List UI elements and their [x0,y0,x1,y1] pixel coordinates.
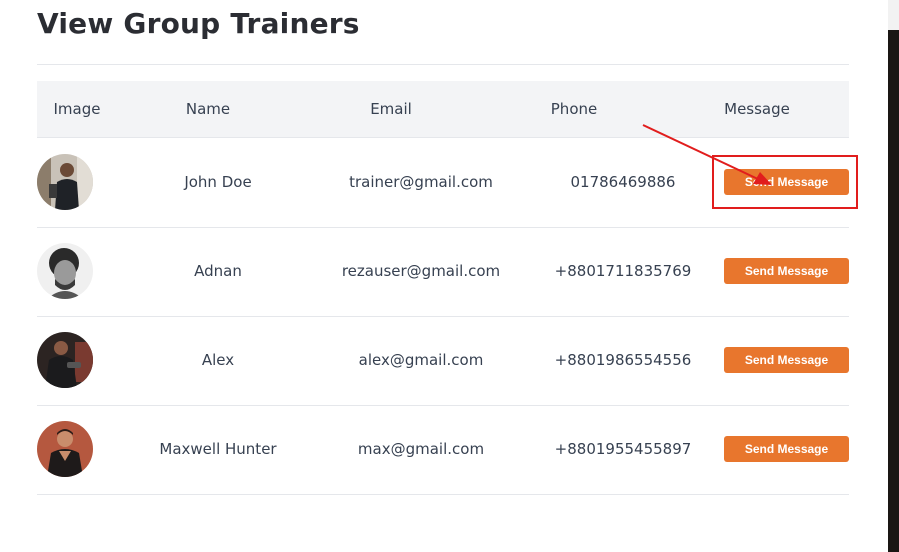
table-row: Maxwell Hunter max@gmail.com +8801955455… [37,405,849,495]
table-row: Adnan rezauser@gmail.com +8801711835769 … [37,227,849,317]
trainer-avatar [37,332,93,388]
trainer-phone: +8801955455897 [554,440,692,458]
table-header: Image Name Email Phone Message [37,81,849,138]
annotation-highlight-box [712,155,858,209]
page-title: View Group Trainers [37,7,360,40]
send-message-button[interactable]: Send Message [724,347,849,373]
table-row: Alex alex@gmail.com +8801986554556 Send … [37,316,849,406]
trainer-name: Alex [201,351,235,369]
header-message: Message [724,100,790,118]
trainer-email: rezauser@gmail.com [341,262,501,280]
header-phone: Phone [550,100,598,118]
header-name: Name [185,100,231,118]
trainer-phone: +8801711835769 [554,262,692,280]
trainer-avatar [37,243,93,299]
send-message-button[interactable]: Send Message [724,258,849,284]
trainer-name: Maxwell Hunter [159,440,277,458]
header-image: Image [53,100,101,118]
trainer-name: John Doe [184,173,252,191]
background-window-edge [888,0,899,552]
header-email: Email [370,100,412,118]
trainer-avatar [37,154,93,210]
send-message-button[interactable]: Send Message [724,436,849,462]
trainer-email: trainer@gmail.com [349,173,493,191]
trainer-email: alex@gmail.com [358,351,484,369]
trainer-avatar [37,421,93,477]
trainer-email: max@gmail.com [357,440,485,458]
trainer-phone: 01786469886 [570,173,676,191]
trainer-phone: +8801986554556 [554,351,692,369]
trainer-name: Adnan [194,262,242,280]
title-divider [37,64,849,65]
